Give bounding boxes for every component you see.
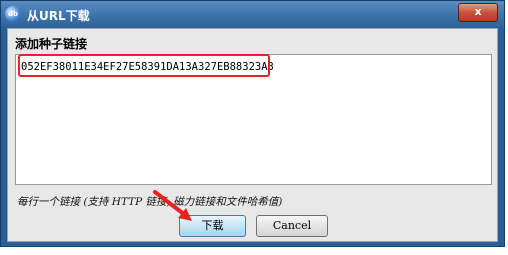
cancel-button[interactable]: Cancel bbox=[256, 215, 328, 237]
app-icon: db bbox=[5, 6, 21, 22]
dialog-body: 添加种子链接 052EF38011E34EF27E58391DA13A327EB… bbox=[7, 28, 498, 242]
url-textarea[interactable]: 052EF38011E34EF27E58391DA13A327EB88323A3 bbox=[15, 54, 492, 185]
dialog-window: db 从URL下载 x 添加种子链接 052EF38011E34EF27E583… bbox=[0, 0, 505, 247]
close-button[interactable]: x bbox=[458, 3, 498, 22]
download-button[interactable]: 下载 bbox=[179, 215, 246, 237]
section-label: 添加种子链接 bbox=[15, 37, 88, 51]
highlight-box bbox=[18, 54, 270, 77]
title-bar[interactable]: db 从URL下载 x bbox=[1, 1, 504, 27]
hint-text: 每行一个链接 (支持 HTTP 链接, 磁力链接和文件哈希值) bbox=[17, 196, 283, 208]
dialog-title: 从URL下载 bbox=[27, 9, 90, 23]
